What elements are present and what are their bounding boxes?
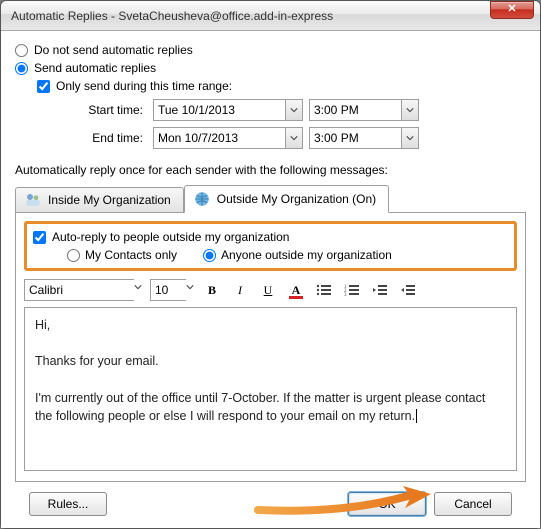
cancel-button[interactable]: Cancel [434, 492, 512, 516]
tab-inside-label: Inside My Organization [48, 193, 171, 207]
font-family-dropdown[interactable] [134, 279, 142, 301]
end-time-input[interactable] [309, 127, 401, 149]
contacts-only-label: My Contacts only [85, 248, 177, 262]
ok-button[interactable]: OK [348, 492, 426, 516]
bold-button[interactable]: B [202, 280, 222, 300]
end-time-dropdown[interactable] [401, 127, 419, 149]
font-size-dropdown[interactable] [186, 279, 194, 301]
option-send[interactable]: Send automatic replies [15, 61, 526, 75]
auto-reply-outside-row[interactable]: Auto-reply to people outside my organiza… [33, 230, 508, 244]
text-caret [416, 409, 417, 423]
end-date-dropdown[interactable] [285, 127, 303, 149]
dialog-footer: Rules... OK Cancel [15, 482, 526, 516]
outside-tab-panel: Auto-reply to people outside my organiza… [15, 212, 526, 482]
only-range-label: Only send during this time range: [56, 79, 232, 93]
option-do-not-send[interactable]: Do not send automatic replies [15, 43, 526, 57]
do-not-send-label: Do not send automatic replies [34, 43, 193, 57]
svg-text:3: 3 [344, 293, 347, 297]
tab-inside-org[interactable]: Inside My Organization [15, 187, 184, 213]
tab-outside-label: Outside My Organization (On) [217, 192, 376, 206]
font-size-input[interactable] [150, 279, 186, 301]
start-time-label: Start time: [57, 103, 147, 117]
auto-reply-outside-label: Auto-reply to people outside my organiza… [52, 230, 289, 244]
font-color-button[interactable]: A [286, 280, 306, 300]
underline-button[interactable]: U [258, 280, 278, 300]
anyone-radio[interactable] [203, 249, 216, 262]
format-toolbar: B I U A 123 [24, 277, 517, 307]
end-date-combo[interactable] [153, 127, 303, 149]
dialog-body: Do not send automatic replies Send autom… [1, 31, 540, 528]
message-paragraph-2: Thanks for your email. [35, 352, 506, 370]
increase-indent-button[interactable] [398, 280, 418, 300]
scope-radio-group: My Contacts only Anyone outside my organ… [67, 248, 508, 262]
font-size-combo[interactable] [150, 279, 194, 301]
message-paragraph-3: I'm currently out of the office until 7-… [35, 389, 506, 425]
annotation-highlight: Auto-reply to people outside my organiza… [24, 221, 517, 271]
auto-reply-outside-checkbox[interactable] [33, 231, 46, 244]
start-date-dropdown[interactable] [285, 99, 303, 121]
start-time-combo[interactable] [309, 99, 419, 121]
message-editor[interactable]: Hi, Thanks for your email. I'm currently… [24, 307, 517, 471]
end-date-input[interactable] [153, 127, 285, 149]
window-title: Automatic Replies - SvetaCheusheva@offic… [11, 9, 490, 23]
anyone-option[interactable]: Anyone outside my organization [203, 248, 392, 262]
start-date-combo[interactable] [153, 99, 303, 121]
close-button[interactable]: ✕ [490, 1, 534, 19]
end-time-label: End time: [57, 131, 147, 145]
do-not-send-radio[interactable] [15, 44, 28, 57]
only-range-checkbox[interactable] [37, 80, 50, 93]
italic-button[interactable]: I [230, 280, 250, 300]
globe-icon [193, 190, 211, 208]
titlebar: Automatic Replies - SvetaCheusheva@offic… [1, 1, 540, 31]
start-time-input[interactable] [309, 99, 401, 121]
font-family-combo[interactable] [24, 279, 142, 301]
contacts-only-option[interactable]: My Contacts only [67, 248, 177, 262]
rules-button[interactable]: Rules... [29, 492, 107, 516]
message-paragraph-1: Hi, [35, 316, 506, 334]
tab-strip: Inside My Organization Outside My Organi… [15, 185, 526, 213]
time-range-grid: Start time: End time: [57, 99, 526, 149]
only-range-row[interactable]: Only send during this time range: [37, 79, 526, 93]
anyone-label: Anyone outside my organization [221, 248, 392, 262]
section-label: Automatically reply once for each sender… [15, 163, 526, 177]
tab-outside-org[interactable]: Outside My Organization (On) [184, 185, 389, 213]
contacts-only-radio[interactable] [67, 249, 80, 262]
bulleted-list-button[interactable] [314, 280, 334, 300]
decrease-indent-button[interactable] [370, 280, 390, 300]
end-time-combo[interactable] [309, 127, 419, 149]
start-time-dropdown[interactable] [401, 99, 419, 121]
send-radio[interactable] [15, 62, 28, 75]
numbered-list-button[interactable]: 123 [342, 280, 362, 300]
automatic-replies-dialog: Automatic Replies - SvetaCheusheva@offic… [0, 0, 541, 529]
send-label: Send automatic replies [34, 61, 156, 75]
start-date-input[interactable] [153, 99, 285, 121]
people-icon [24, 191, 42, 209]
font-family-input[interactable] [24, 279, 134, 301]
